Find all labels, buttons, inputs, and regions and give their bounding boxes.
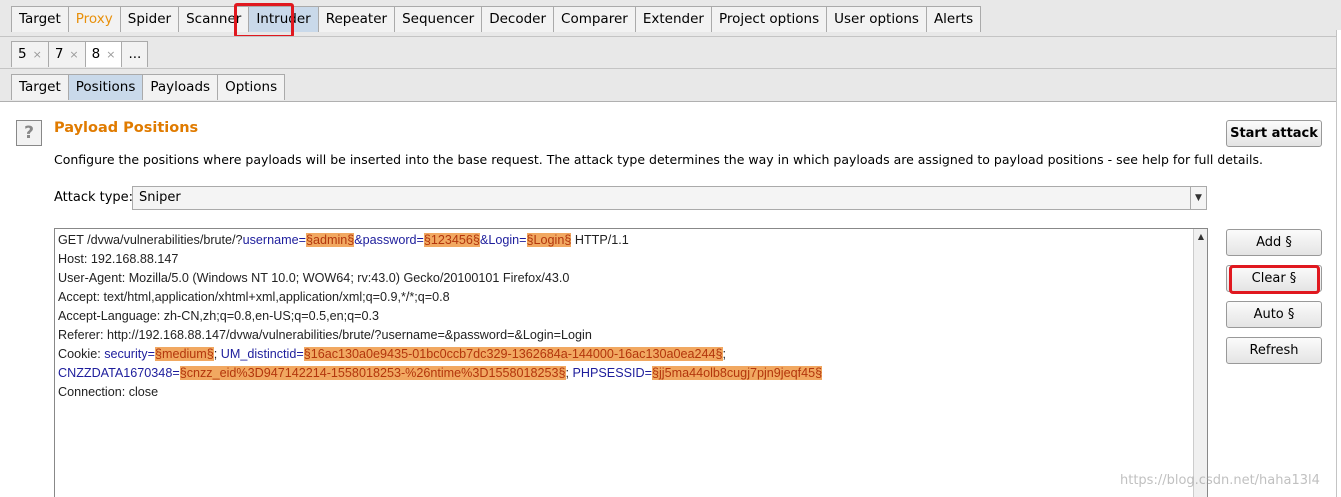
payload-marker: §admin§: [305, 233, 355, 247]
request-line: GET /dvwa/vulnerabilities/brute/?usernam…: [58, 231, 822, 250]
header-accept-language: Accept-Language: zh-CN,zh;q=0.8,en-US;q=…: [58, 309, 380, 323]
separator: ;: [565, 366, 573, 380]
scroll-up-icon[interactable]: ▲: [1195, 231, 1207, 243]
request-text: GET /dvwa/vulnerabilities/brute/?usernam…: [58, 231, 823, 402]
editor-scrollbar[interactable]: ▲: [1193, 229, 1207, 497]
panel-title: Payload Positions: [54, 120, 199, 136]
help-icon[interactable]: ?: [16, 120, 42, 146]
separator: ;: [213, 347, 221, 361]
watermark-text: https://blog.csdn.net/haha13l4: [1120, 473, 1320, 488]
payload-marker: §cnzz_eid%3D947142214-1558018253-%26ntim…: [179, 366, 566, 380]
tool-tabs: Target Proxy Spider Scanner Intruder Rep…: [11, 6, 982, 32]
tab-target[interactable]: Target: [11, 6, 69, 32]
close-icon[interactable]: ×: [106, 48, 115, 61]
header-host: Host: 192.168.88.147: [58, 252, 179, 266]
header-cookie: Cookie: security=§medium§; UM_distinctid…: [58, 345, 822, 364]
payload-marker: §medium§: [154, 347, 214, 361]
intruder-highlight-box: [234, 3, 294, 38]
panel-description: Configure the positions where payloads w…: [54, 152, 1263, 167]
request-tab-bar: 5 × 7 × 8 × ...: [0, 36, 1336, 68]
payload-marker: §jj5ma44olb8cugj7pjn9jeqf45§: [651, 366, 823, 380]
cookie-name: UM_distinctid=: [220, 347, 304, 361]
param-name: &Login=: [479, 233, 527, 247]
dropdown-arrow-icon[interactable]: ▼: [1190, 187, 1206, 209]
refresh-button[interactable]: Refresh: [1226, 337, 1322, 364]
request-tab-5[interactable]: 5 ×: [11, 41, 49, 67]
tool-tab-bar: Target Proxy Spider Scanner Intruder Rep…: [0, 0, 1341, 38]
tab-sequencer[interactable]: Sequencer: [394, 6, 483, 32]
request-path: GET /dvwa/vulnerabilities/brute/?: [58, 233, 243, 247]
separator: ;: [722, 347, 727, 361]
tab-repeater[interactable]: Repeater: [317, 6, 396, 32]
header-connection: Connection: close: [58, 385, 159, 399]
tab-spider[interactable]: Spider: [119, 6, 180, 32]
tab-positions[interactable]: Positions: [67, 74, 144, 100]
tab-target-sub[interactable]: Target: [11, 74, 69, 100]
clear-highlight-box: [1229, 265, 1320, 294]
request-tab-7[interactable]: 7 ×: [47, 41, 86, 67]
tab-alerts[interactable]: Alerts: [925, 6, 982, 32]
request-tab-label: 7: [54, 46, 64, 62]
tab-payloads[interactable]: Payloads: [142, 74, 219, 100]
tab-user-options[interactable]: User options: [826, 6, 927, 32]
attack-type-select[interactable]: Sniper ▼: [132, 186, 1207, 210]
add-marker-button[interactable]: Add §: [1226, 229, 1322, 256]
window-edge: [1336, 30, 1341, 497]
param-name: username=: [242, 233, 306, 247]
param-name: &password=: [354, 233, 424, 247]
request-tab-label: 5: [18, 46, 27, 62]
tab-comparer[interactable]: Comparer: [553, 6, 636, 32]
tab-project-options[interactable]: Project options: [710, 6, 828, 32]
tab-extender[interactable]: Extender: [634, 6, 712, 32]
cookie-name: security=: [104, 347, 155, 361]
payload-marker: §123456§: [423, 233, 480, 247]
header-accept: Accept: text/html,application/xhtml+xml,…: [58, 290, 450, 304]
close-icon[interactable]: ×: [33, 48, 42, 61]
intruder-subtabs: Target Positions Payloads Options: [11, 74, 286, 100]
tab-options[interactable]: Options: [217, 74, 286, 100]
start-attack-button[interactable]: Start attack: [1226, 120, 1322, 147]
http-version: HTTP/1.1: [571, 233, 629, 247]
cookie-name: PHPSESSID=: [572, 366, 652, 380]
request-tab-8[interactable]: 8 ×: [84, 41, 123, 67]
request-tabs: 5 × 7 × 8 × ...: [11, 41, 149, 67]
cookie-label: Cookie:: [58, 347, 105, 361]
header-referer: Referer: http://192.168.88.147/dvwa/vuln…: [58, 328, 592, 342]
payload-marker: §16ac130a0e9435-01bc0ccb7dc329-1362684a-…: [303, 347, 723, 361]
new-request-tab[interactable]: ...: [121, 41, 149, 67]
tab-proxy[interactable]: Proxy: [67, 6, 121, 32]
payload-positions-panel: ? Payload Positions Configure the positi…: [0, 101, 1336, 497]
request-editor[interactable]: GET /dvwa/vulnerabilities/brute/?usernam…: [54, 228, 1208, 497]
header-cookie-continued: CNZZDATA1670348=§cnzz_eid%3D947142214-15…: [58, 364, 823, 383]
cookie-name: CNZZDATA1670348=: [58, 366, 180, 380]
close-icon[interactable]: ×: [69, 48, 78, 61]
payload-marker: §Login§: [526, 233, 572, 247]
header-user-agent: User-Agent: Mozilla/5.0 (Windows NT 10.0…: [58, 271, 570, 285]
attack-type-label: Attack type:: [54, 190, 134, 205]
request-tab-label: 8: [91, 46, 101, 62]
auto-markers-button[interactable]: Auto §: [1226, 301, 1322, 328]
intruder-subtab-bar: Target Positions Payloads Options: [0, 68, 1336, 102]
tab-decoder[interactable]: Decoder: [481, 6, 555, 32]
attack-type-value: Sniper: [139, 190, 181, 205]
